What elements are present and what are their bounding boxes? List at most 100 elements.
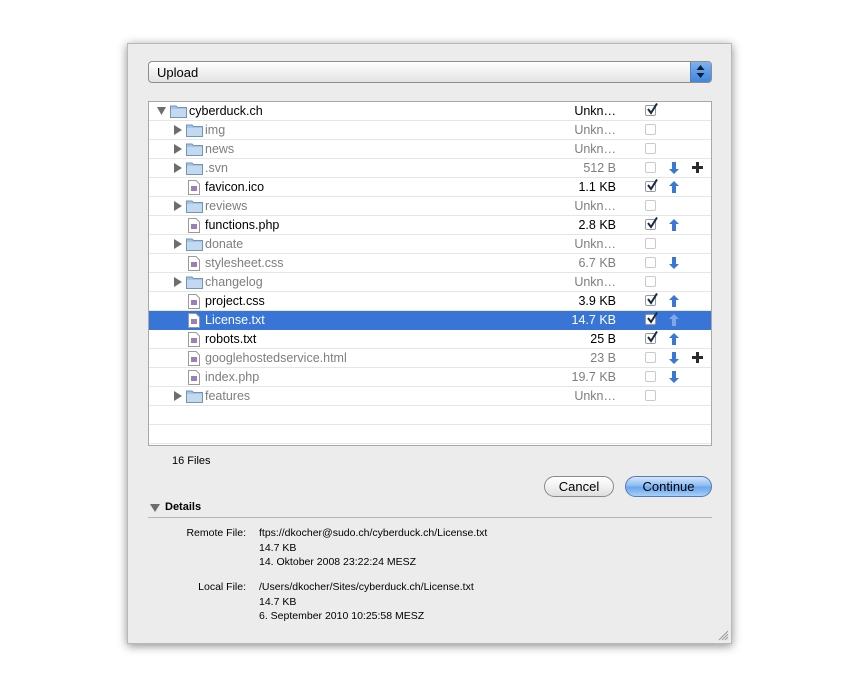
table-row[interactable]: robots.txt 25 B: [149, 330, 711, 349]
include-checkbox[interactable]: [645, 179, 658, 192]
disclosure-triangle-icon[interactable]: [173, 277, 182, 287]
file-name: img: [205, 123, 226, 137]
table-row[interactable]: License.txt 14.7 KB: [149, 311, 711, 330]
file-size: Unkn…: [574, 104, 616, 118]
action-popup-label: Upload: [157, 65, 199, 80]
file-size: 14.7 KB: [571, 313, 616, 327]
table-row[interactable]: .svn 512 B: [149, 159, 711, 178]
include-checkbox[interactable]: [645, 352, 656, 363]
document-icon: [188, 180, 200, 195]
file-name: .svn: [205, 161, 228, 175]
upload-arrow-icon: [669, 219, 679, 231]
folder-icon: [186, 124, 203, 137]
folder-icon: [186, 162, 203, 175]
cancel-button[interactable]: Cancel: [544, 476, 614, 497]
file-name: stylesheet.css: [205, 256, 284, 270]
table-row[interactable]: favicon.ico 1.1 KB: [149, 178, 711, 197]
folder-icon: [186, 200, 203, 213]
remote-file-info: ftps://dkocher@sudo.ch/cyberduck.ch/Lice…: [259, 526, 487, 570]
local-date: 6. September 2010 10:25:58 MESZ: [259, 610, 425, 622]
table-row[interactable]: googlehostedservice.html 23 B: [149, 349, 711, 368]
file-size: 19.7 KB: [571, 370, 616, 384]
file-size: Unkn…: [574, 237, 616, 251]
table-row[interactable]: changelog Unkn…: [149, 273, 711, 292]
document-icon: [188, 370, 200, 385]
file-name: changelog: [205, 275, 263, 289]
resize-grip-icon[interactable]: [718, 630, 729, 641]
empty-row: [149, 425, 711, 444]
folder-icon: [186, 143, 203, 156]
download-arrow-icon: [669, 352, 679, 364]
disclosure-triangle-icon[interactable]: [173, 239, 182, 249]
disclosure-triangle-icon[interactable]: [173, 144, 182, 154]
file-size: 3.9 KB: [578, 294, 616, 308]
disclosure-triangle-icon[interactable]: [173, 201, 182, 211]
disclosure-triangle-icon[interactable]: [173, 163, 182, 173]
disclosure-triangle-icon[interactable]: [173, 125, 182, 135]
empty-row: [149, 406, 711, 425]
file-name: project.css: [205, 294, 265, 308]
table-row[interactable]: index.php 19.7 KB: [149, 368, 711, 387]
table-row[interactable]: donate Unkn…: [149, 235, 711, 254]
file-name: cyberduck.ch: [189, 104, 263, 118]
folder-icon: [186, 276, 203, 289]
local-path: /Users/dkocher/Sites/cyberduck.ch/Licens…: [259, 581, 474, 593]
disclosure-triangle-icon: [150, 504, 160, 512]
file-name: favicon.ico: [205, 180, 265, 194]
document-icon: [188, 294, 200, 309]
include-checkbox[interactable]: [645, 276, 656, 287]
include-checkbox[interactable]: [645, 124, 656, 135]
details-label: Details: [165, 501, 202, 513]
table-row[interactable]: project.css 3.9 KB: [149, 292, 711, 311]
document-icon: [188, 256, 200, 271]
local-file-info: /Users/dkocher/Sites/cyberduck.ch/Licens…: [259, 580, 474, 624]
popup-arrows-icon: [690, 62, 711, 82]
include-checkbox[interactable]: [645, 331, 658, 344]
upload-prompt-sheet: Upload cyberduck.ch Unkn… img Unkn… news Unkn…: [127, 43, 732, 644]
file-size: 512 B: [583, 161, 616, 175]
remote-file-label: Remote File:: [186, 527, 246, 539]
remote-path: ftps://dkocher@sudo.ch/cyberduck.ch/Lice…: [259, 527, 488, 539]
continue-button[interactable]: Continue: [625, 476, 712, 497]
include-checkbox[interactable]: [645, 371, 656, 382]
include-checkbox[interactable]: [645, 238, 656, 249]
include-checkbox[interactable]: [645, 390, 656, 401]
local-file-label: Local File:: [198, 581, 246, 593]
action-popup-button[interactable]: Upload: [148, 61, 712, 83]
file-size: Unkn…: [574, 199, 616, 213]
remote-date: 14. Oktober 2008 23:22:24 MESZ: [259, 556, 417, 568]
file-size: Unkn…: [574, 142, 616, 156]
disclosure-triangle-icon[interactable]: [173, 391, 182, 401]
table-row[interactable]: stylesheet.css 6.7 KB: [149, 254, 711, 273]
include-checkbox[interactable]: [645, 293, 658, 306]
include-checkbox[interactable]: [645, 200, 656, 211]
folder-icon: [186, 390, 203, 403]
include-checkbox[interactable]: [645, 103, 658, 116]
disclosure-triangle-icon[interactable]: [157, 106, 166, 116]
table-row[interactable]: features Unkn…: [149, 387, 711, 406]
file-name: googlehostedservice.html: [205, 351, 347, 365]
download-arrow-icon: [669, 371, 679, 383]
include-checkbox[interactable]: [645, 162, 656, 173]
include-checkbox[interactable]: [645, 217, 658, 230]
table-row[interactable]: functions.php 2.8 KB: [149, 216, 711, 235]
details-disclosure[interactable]: Details: [148, 500, 712, 518]
file-list-table[interactable]: cyberduck.ch Unkn… img Unkn… news Unkn… .svn 51…: [148, 101, 712, 446]
upload-arrow-icon: [669, 181, 679, 193]
file-name: robots.txt: [205, 332, 257, 346]
include-checkbox[interactable]: [645, 143, 656, 154]
checkmark-icon: [647, 331, 658, 343]
plus-icon: [692, 352, 703, 363]
table-row[interactable]: img Unkn…: [149, 121, 711, 140]
checkmark-icon: [647, 312, 658, 324]
table-row[interactable]: news Unkn…: [149, 140, 711, 159]
table-row[interactable]: reviews Unkn…: [149, 197, 711, 216]
table-row[interactable]: cyberduck.ch Unkn…: [149, 102, 711, 121]
include-checkbox[interactable]: [645, 312, 658, 325]
document-icon: [188, 313, 200, 328]
folder-icon: [170, 105, 187, 118]
file-name: License.txt: [205, 313, 265, 327]
document-icon: [188, 218, 200, 233]
remote-size: 14.7 KB: [259, 541, 297, 554]
include-checkbox[interactable]: [645, 257, 656, 268]
